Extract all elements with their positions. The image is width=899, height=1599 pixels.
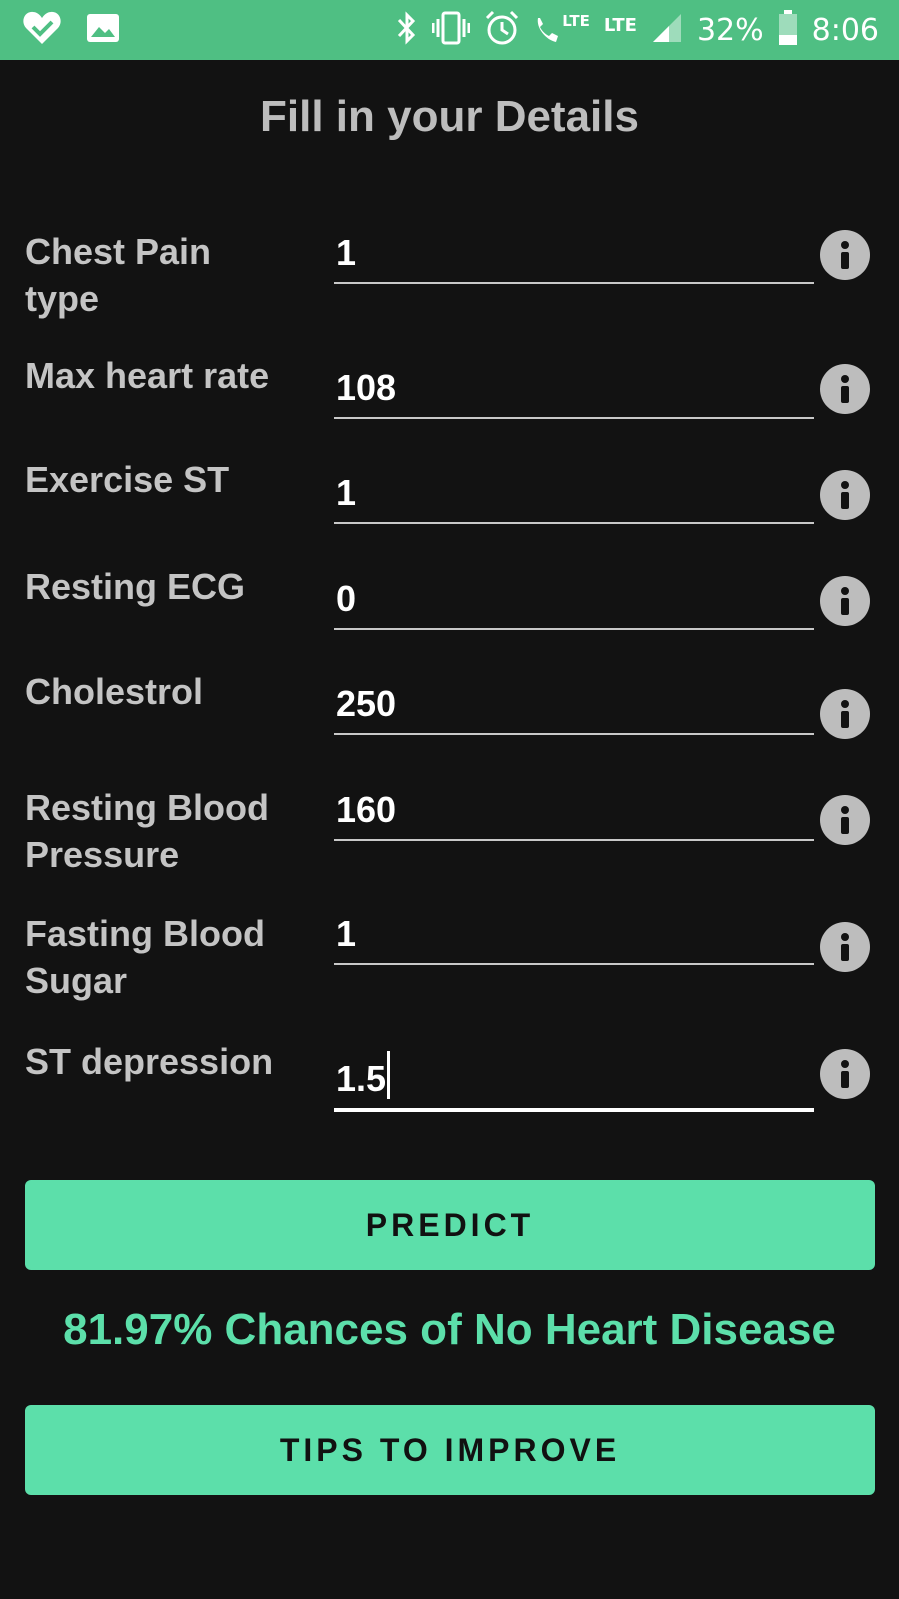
cholestrol-input[interactable]: 250 xyxy=(334,673,814,735)
info-icon[interactable] xyxy=(820,922,870,972)
field-label: Chest Pain type xyxy=(25,231,212,319)
field-label: Exercise ST xyxy=(25,459,230,500)
st-depression-input[interactable]: 1.5 xyxy=(334,1048,814,1112)
info-icon[interactable] xyxy=(820,576,870,626)
volte-call-icon: LTE xyxy=(534,14,590,46)
field-value: 108 xyxy=(336,367,397,408)
resting-ecg-input[interactable]: 0 xyxy=(334,568,814,630)
field-value: 160 xyxy=(336,789,397,830)
field-label: Resting Blood Pressure xyxy=(25,787,269,875)
battery-icon xyxy=(778,9,798,51)
field-label: Max heart rate xyxy=(25,355,270,396)
battery-percent: 32% xyxy=(696,12,764,48)
signal-icon xyxy=(651,12,683,49)
resting-blood-pressure-input[interactable]: 160 xyxy=(334,779,814,841)
field-value-wrapper: 1.5 xyxy=(336,1051,391,1100)
field-label: Cholestrol xyxy=(25,671,204,712)
field-value: 0 xyxy=(336,578,357,619)
image-icon xyxy=(86,13,120,48)
predict-button[interactable]: PREDICT xyxy=(25,1180,875,1270)
field-label: Resting ECG xyxy=(25,566,246,607)
alarm-icon xyxy=(484,10,520,51)
chest-pain-input[interactable]: 1 xyxy=(334,222,814,284)
prediction-result: 81.97% Chances of No Heart Disease xyxy=(63,1305,836,1354)
max-heart-rate-input[interactable]: 108 xyxy=(334,357,814,419)
field-value: 1 xyxy=(336,913,357,954)
exercise-st-input[interactable]: 1 xyxy=(334,462,814,524)
fasting-blood-sugar-input[interactable]: 1 xyxy=(334,903,814,965)
field-label: Fasting Blood Sugar xyxy=(25,913,265,1001)
text-caret xyxy=(387,1051,391,1099)
field-value: 250 xyxy=(336,683,397,724)
field-label: ST depression xyxy=(25,1041,274,1082)
network-type-label-2: LTE xyxy=(603,14,637,36)
vibrate-icon xyxy=(431,11,471,50)
field-value: 1 xyxy=(336,472,357,513)
info-icon[interactable] xyxy=(820,795,870,845)
page-title: Fill in your Details xyxy=(260,92,639,141)
field-value: 1 xyxy=(336,232,357,273)
tips-to-improve-button[interactable]: TIPS TO IMPROVE xyxy=(25,1405,875,1495)
info-icon[interactable] xyxy=(820,230,870,280)
info-icon[interactable] xyxy=(820,1049,870,1099)
bluetooth-icon xyxy=(396,10,418,50)
info-icon[interactable] xyxy=(820,689,870,739)
network-type-label: LTE xyxy=(562,12,590,30)
field-value: 1.5 xyxy=(336,1058,387,1099)
info-icon[interactable] xyxy=(820,364,870,414)
clock-time: 8:06 xyxy=(811,12,879,48)
status-bar: LTE LTE 32% 8:06 xyxy=(0,0,899,60)
info-icon[interactable] xyxy=(820,470,870,520)
heart-check-icon xyxy=(22,10,62,51)
